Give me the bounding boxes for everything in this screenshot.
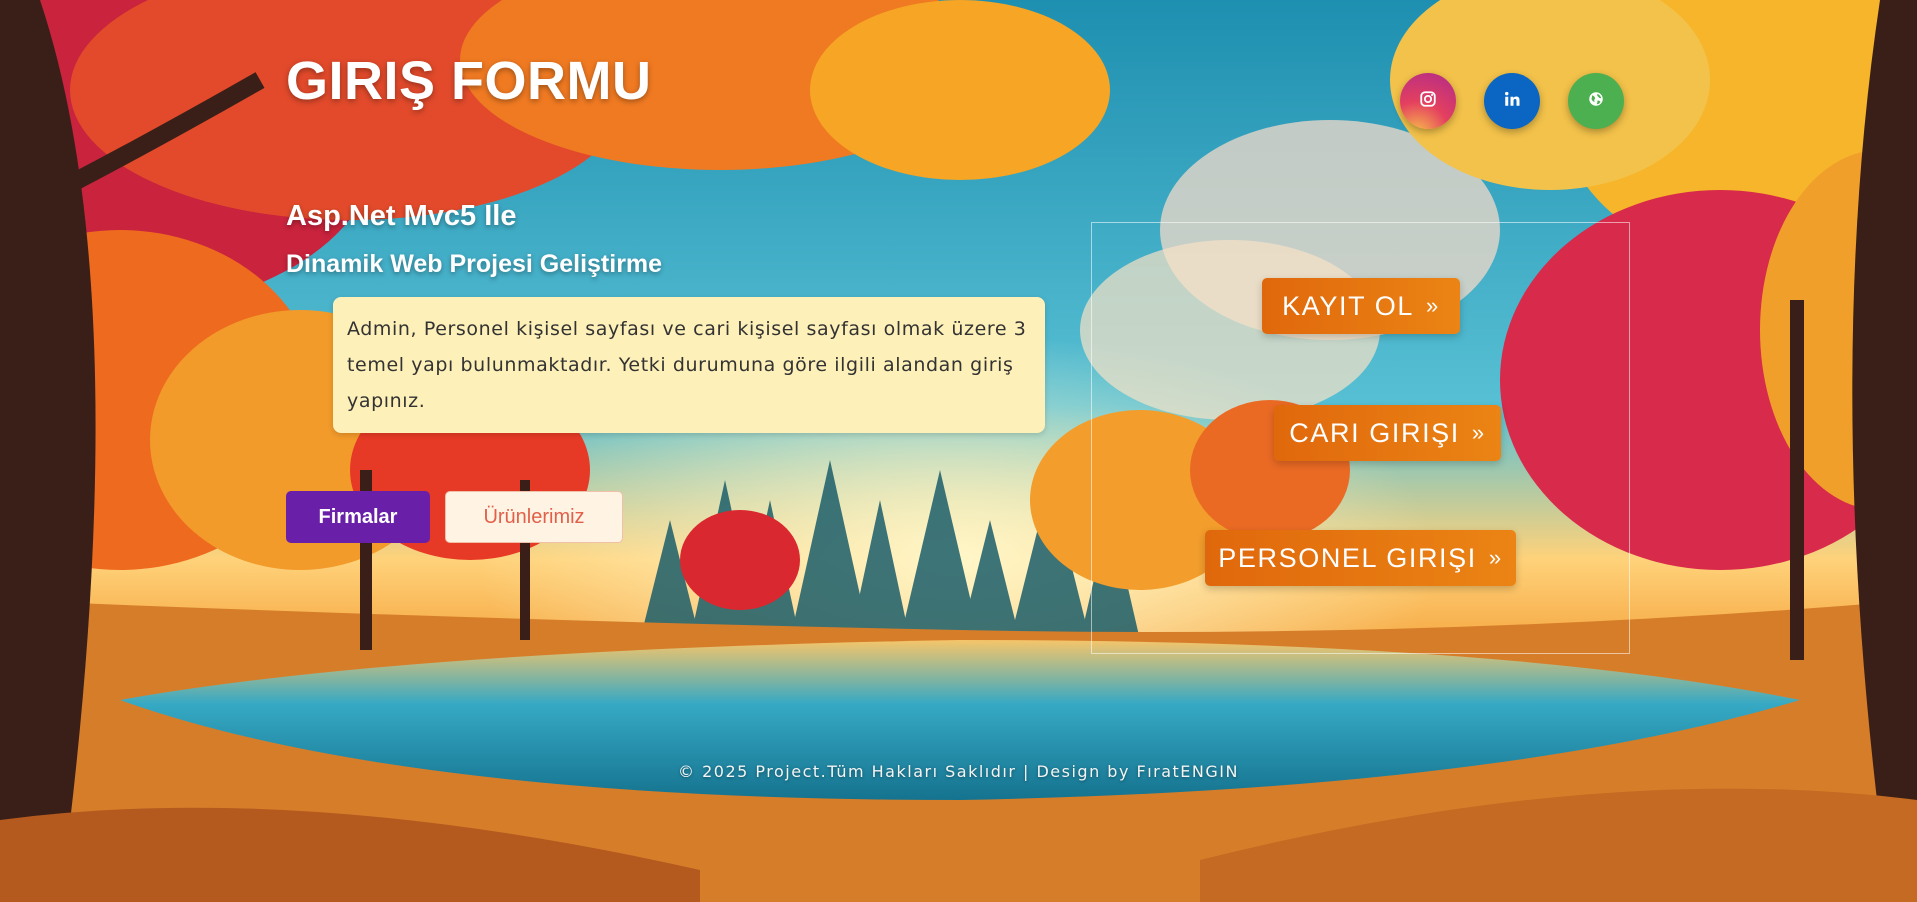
info-box: Admin, Personel kişisel sayfası ve cari … (333, 297, 1045, 433)
linkedin-icon (1503, 90, 1521, 112)
footer-copyright: © 2025 Project.Tüm Hakları Saklıdır | De… (678, 762, 1239, 781)
linkedin-button[interactable] (1484, 73, 1540, 129)
instagram-button[interactable] (1400, 73, 1456, 129)
hero-subtitle-secondary: Dinamik Web Projesi Geliştirme (286, 250, 663, 278)
urunlerimiz-button[interactable]: Ürünlerimiz (445, 491, 623, 543)
chevron-right-icon: » (1471, 420, 1486, 445)
website-button[interactable] (1568, 73, 1624, 129)
kayit-ol-label: KAYIT OL (1282, 290, 1414, 321)
globe-icon (1587, 90, 1605, 112)
chevron-right-icon: » (1488, 545, 1503, 570)
page-title: GIRIŞ FORMU (286, 51, 652, 111)
instagram-icon (1419, 90, 1437, 112)
chevron-right-icon: » (1426, 293, 1440, 318)
cari-girisi-button[interactable]: CARI GIRIŞI » (1274, 405, 1501, 461)
personel-girisi-button[interactable]: PERSONEL GIRIŞI » (1205, 530, 1516, 586)
firmalar-button[interactable]: Firmalar (286, 491, 430, 543)
personel-girisi-label: PERSONEL GIRIŞI (1218, 542, 1477, 573)
login-page: GIRIŞ FORMU Asp.Net Mvc5 Ile Dinamik Web… (0, 0, 1917, 902)
hero-subtitle: Asp.Net Mvc5 Ile (286, 200, 517, 232)
cari-girisi-label: CARI GIRIŞI (1289, 417, 1460, 448)
kayit-ol-button[interactable]: KAYIT OL » (1262, 278, 1460, 334)
